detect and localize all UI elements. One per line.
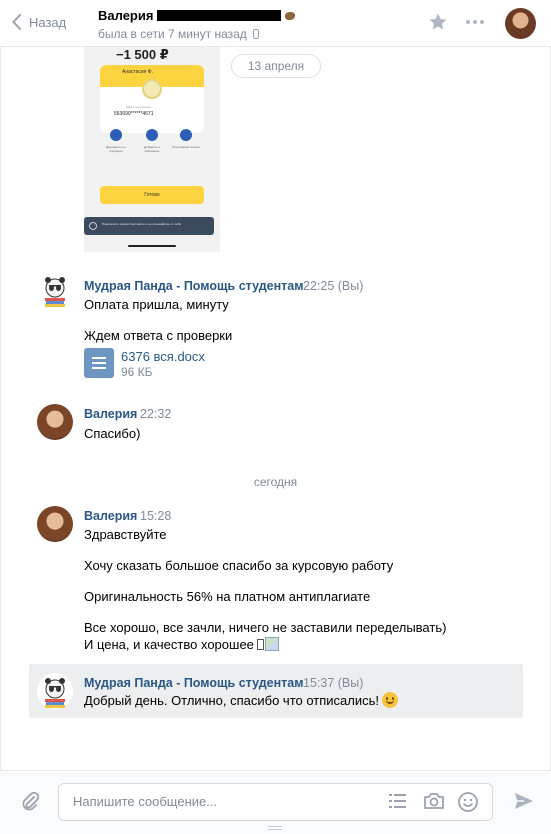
message-time[interactable]: 15:28	[140, 509, 171, 523]
message-text: Спасибо)	[84, 426, 141, 441]
phone-icon	[252, 29, 259, 39]
unknown-glyph-icon	[256, 639, 264, 650]
image-done-button: Готово	[100, 186, 204, 204]
message-text: И цена, и качество хорошее	[84, 637, 254, 652]
attachment-image[interactable]: −1 500 ₽ Анастасия Ф. Карта получателя 5…	[84, 47, 220, 252]
image-action-label: Добавить в избранное	[144, 145, 160, 153]
message-text: Добрый день. Отлично, спасибо что отписа…	[84, 693, 380, 708]
image-toast-icon	[89, 222, 97, 230]
message-time[interactable]: 15:37 (Вы)	[303, 676, 363, 690]
avatar[interactable]	[37, 506, 73, 542]
smile-emoji-icon	[382, 692, 399, 708]
message-text: Хочу сказать большое спасибо за курсовую…	[84, 558, 394, 573]
chat-title[interactable]: Валерия	[98, 8, 296, 23]
status-text: была в сети 7 минут назад	[98, 27, 247, 41]
today-divider: сегодня	[253, 475, 298, 489]
message-author[interactable]: Мудрая Панда - Помощь студентам	[84, 279, 303, 293]
message-line: Добрый день. Отлично, спасибо что отписа…	[84, 692, 399, 708]
message-time[interactable]: 22:32	[140, 407, 171, 421]
message-author[interactable]: Валерия	[84, 407, 137, 421]
message-time[interactable]: 22:25 (Вы)	[303, 279, 363, 293]
selected-message[interactable]	[29, 664, 523, 718]
redaction-bar	[157, 10, 282, 21]
regular-payment-icon	[180, 129, 192, 141]
camera-icon[interactable]	[423, 791, 445, 811]
document-size: 96 КБ	[121, 365, 153, 379]
image-price: −1 500 ₽	[116, 47, 169, 62]
date-pill: 13 апреля	[231, 54, 321, 78]
list-icon[interactable]	[388, 791, 408, 811]
image-seal-icon	[142, 79, 162, 99]
image-action-label: Регулярный платеж	[172, 145, 200, 149]
message-text: Ждем ответа с проверки	[84, 328, 233, 343]
image-card-holder: Анастасия Ф.	[122, 69, 153, 75]
document-name[interactable]: 6376 вся.docx	[121, 349, 205, 364]
avatar[interactable]	[37, 272, 73, 308]
online-status: была в сети 7 минут назад	[98, 27, 259, 41]
message-author[interactable]: Мудрая Панда - Помощь студентам	[84, 676, 303, 690]
paperclip-icon[interactable]	[19, 791, 41, 813]
message-line: И цена, и качество хорошее	[84, 637, 279, 652]
message-input[interactable]	[71, 793, 375, 810]
star-icon[interactable]	[428, 12, 448, 32]
chat-header: Назад Валерия была в сети 7 минут назад	[0, 0, 551, 47]
avatar[interactable]	[37, 404, 73, 440]
message-text: Оплата пришла, минуту	[84, 297, 229, 312]
image-card-number: 553690******4671	[114, 111, 154, 117]
image-home-bar	[128, 245, 176, 247]
message-text: Оригинальность 56% на платном антиплагиа…	[84, 589, 371, 604]
hedgehog-emoji-icon	[285, 11, 296, 20]
panda-icon	[45, 277, 65, 307]
image-toast: Подключите сервис бесплатно и не отрывай…	[84, 217, 214, 235]
smile-icon[interactable]	[457, 791, 479, 813]
document-icon[interactable]	[84, 348, 114, 378]
back-button[interactable]: Назад	[12, 14, 66, 30]
image-card-label: Карта получателя	[126, 105, 151, 109]
message-text: Здравствуйте	[84, 527, 167, 542]
chevron-left-icon	[12, 14, 21, 30]
broken-image-icon	[264, 637, 279, 651]
image-action-label: Документы по операции	[106, 145, 126, 153]
message-author[interactable]: Валерия	[84, 509, 137, 523]
more-icon[interactable]	[466, 20, 484, 24]
image-toast-text: Подключите сервис бесплатно и не отрывай…	[102, 222, 182, 226]
resize-grip[interactable]	[268, 826, 282, 832]
favorite-icon	[146, 129, 158, 141]
panda-icon	[37, 673, 73, 709]
message-text: Все хорошо, все зачли, ничего не застави…	[84, 620, 447, 635]
send-icon[interactable]	[513, 791, 535, 811]
chat-name-text: Валерия	[98, 8, 154, 23]
documents-icon	[110, 129, 122, 141]
contact-avatar[interactable]	[505, 8, 536, 39]
avatar[interactable]	[37, 673, 73, 709]
back-label: Назад	[29, 14, 67, 30]
